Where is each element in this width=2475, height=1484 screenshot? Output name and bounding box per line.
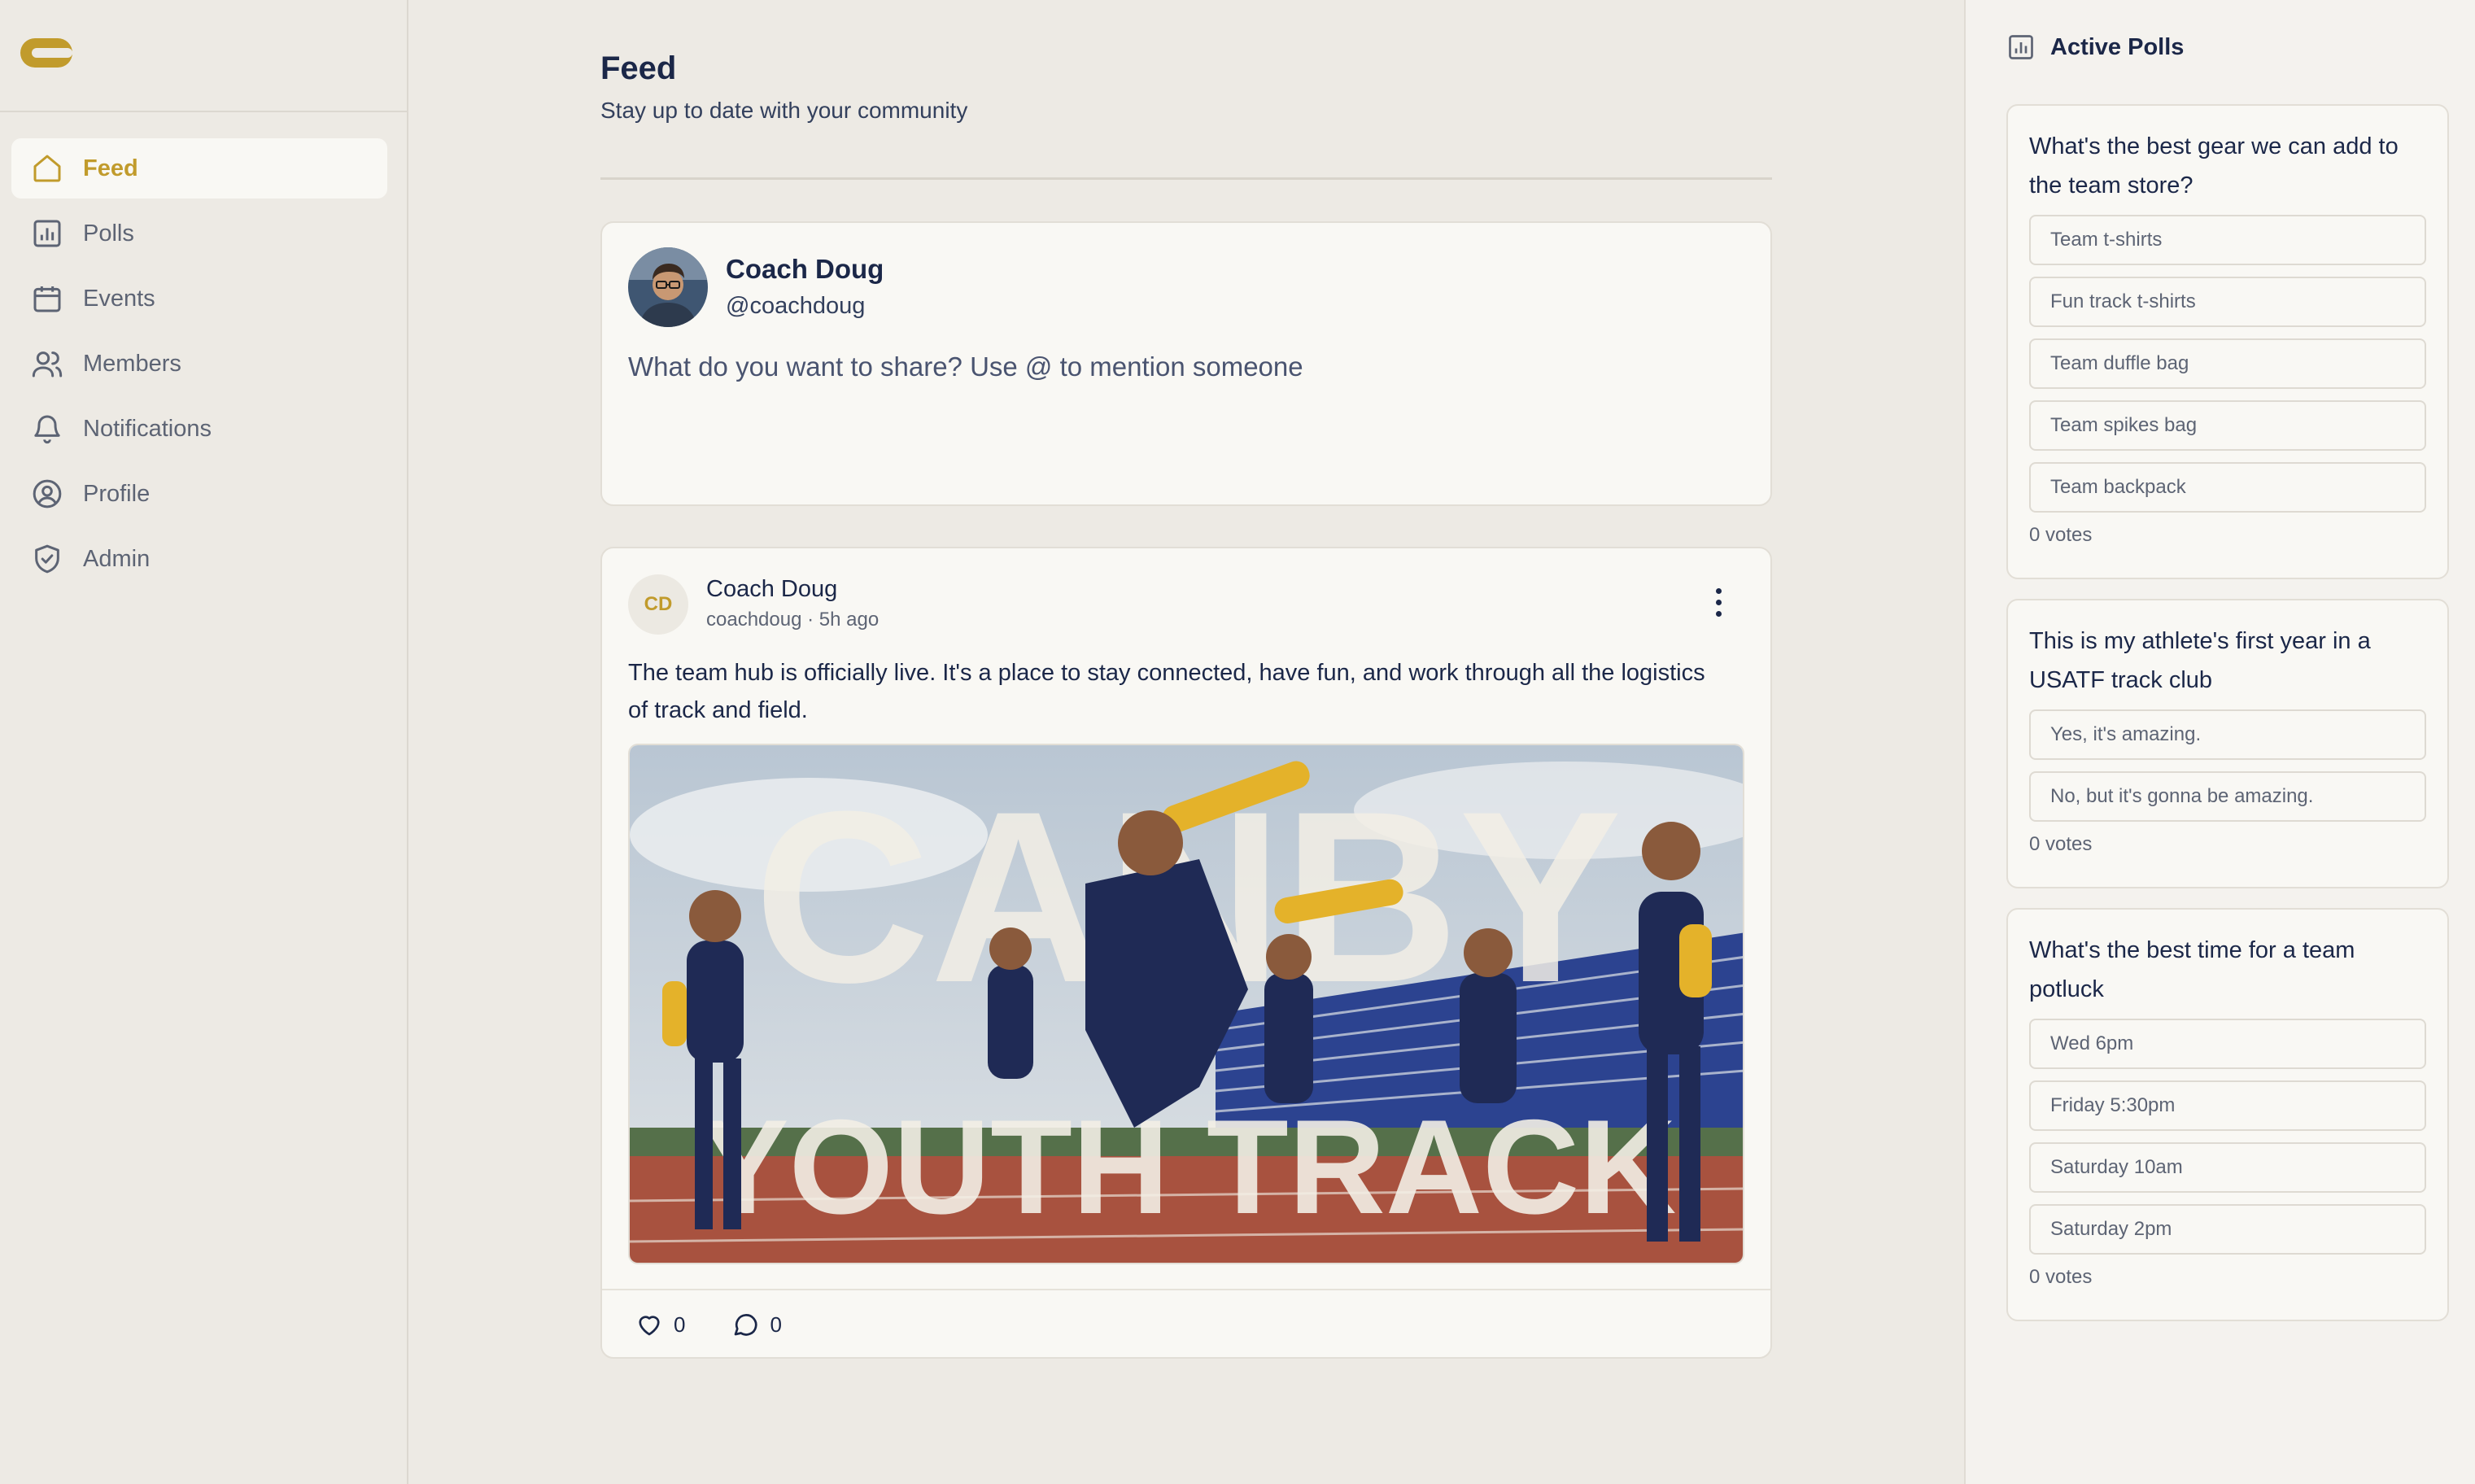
- panel-title: Active Polls: [2050, 33, 2185, 60]
- bar-chart-icon: [33, 220, 61, 247]
- heart-icon: [639, 1316, 660, 1336]
- sidebar-item-admin[interactable]: Admin: [11, 529, 387, 589]
- composer-user-handle: @coachdoug: [726, 293, 866, 319]
- home-icon: [33, 155, 61, 182]
- bell-icon: [34, 415, 60, 444]
- sidebar-item-notifications[interactable]: Notifications: [11, 399, 387, 459]
- poll-question: What's the best time for a team potluck: [2029, 937, 2355, 1002]
- shield-check-icon: [35, 544, 59, 574]
- comment-count: 0: [770, 1312, 782, 1337]
- sidebar-item-label: Notifications: [83, 415, 212, 442]
- page-subtitle: Stay up to date with your community: [600, 98, 968, 123]
- coach-avatar-icon: [628, 247, 708, 327]
- feed-post: CD Coach Doug coachdoug · 5h ago The tea…: [600, 547, 1772, 1359]
- sidebar-item-label: Members: [83, 350, 181, 377]
- poll-card: What's the best gear we can add to the t…: [2006, 104, 2449, 579]
- poll-option[interactable]: Saturday 2pm: [2029, 1204, 2426, 1255]
- post-author[interactable]: Coach Doug: [706, 576, 837, 603]
- sidebar-item-feed[interactable]: Feed: [11, 138, 387, 199]
- poll-option[interactable]: No, but it's gonna be amazing.: [2029, 771, 2426, 822]
- image-subtitle-text: YOUTH TRACK: [700, 1092, 1677, 1242]
- more-options-icon[interactable]: [1702, 579, 1735, 625]
- sidebar-item-label: Polls: [83, 220, 134, 247]
- post-text: The team hub is officially live. It's a …: [628, 660, 1705, 723]
- panel-header: Active Polls: [2006, 33, 2184, 62]
- like-count: 0: [674, 1312, 686, 1337]
- poll-option[interactable]: Team spikes bag: [2029, 400, 2426, 451]
- active-polls-panel: Active Polls What's the best gear we can…: [1964, 0, 2475, 1484]
- poll-card: What's the best time for a team potluck …: [2006, 908, 2449, 1321]
- sidebar-item-events[interactable]: Events: [11, 268, 387, 329]
- poll-card: This is my athlete's first year in a USA…: [2006, 599, 2449, 888]
- calendar-icon: [33, 286, 61, 312]
- avatar: CD: [628, 574, 688, 635]
- bar-chart-icon: [2009, 35, 2033, 59]
- post-meta: coachdoug · 5h ago: [706, 609, 880, 631]
- poll-option[interactable]: Team backpack: [2029, 462, 2426, 513]
- sidebar-item-label: Events: [83, 285, 155, 312]
- sidebar-item-label: Profile: [83, 480, 151, 507]
- poll-option[interactable]: Yes, it's amazing.: [2029, 709, 2426, 760]
- track-team-photo: CANBY YOUTH TRACK: [630, 745, 1743, 1263]
- poll-option[interactable]: Team duffle bag: [2029, 338, 2426, 389]
- poll-option[interactable]: Saturday 10am: [2029, 1142, 2426, 1193]
- poll-vote-count: 0 votes: [2029, 1266, 2093, 1288]
- users-icon: [32, 351, 63, 378]
- sidebar-item-label: Admin: [83, 545, 151, 572]
- poll-question: This is my athlete's first year in a USA…: [2029, 628, 2371, 693]
- divider: [600, 177, 1772, 180]
- comment-icon: [735, 1314, 758, 1336]
- poll-option[interactable]: Fun track t-shirts: [2029, 277, 2426, 327]
- avatar: [628, 247, 708, 327]
- canby-logo-icon[interactable]: [18, 36, 75, 70]
- share-input[interactable]: [628, 351, 1743, 474]
- composer-user-name: Coach Doug: [726, 254, 884, 284]
- logo-area: [0, 0, 407, 112]
- poll-option[interactable]: Friday 5:30pm: [2029, 1080, 2426, 1131]
- like-button[interactable]: 0: [635, 1310, 685, 1339]
- sidebar: Feed Polls Events Members Notifications …: [0, 0, 408, 1484]
- post-actions: 0 0: [602, 1289, 1770, 1359]
- poll-vote-count: 0 votes: [2029, 833, 2093, 855]
- sidebar-item-polls[interactable]: Polls: [11, 203, 387, 264]
- page-title: Feed: [600, 50, 677, 86]
- poll-option[interactable]: Team t-shirts: [2029, 215, 2426, 265]
- poll-vote-count: 0 votes: [2029, 524, 2093, 546]
- post-composer: Coach Doug @coachdoug: [600, 221, 1772, 506]
- sidebar-item-profile[interactable]: Profile: [11, 464, 387, 524]
- poll-question: What's the best gear we can add to the t…: [2029, 133, 2399, 199]
- sidebar-item-members[interactable]: Members: [11, 334, 387, 394]
- user-circle-icon: [33, 479, 62, 508]
- poll-option[interactable]: Wed 6pm: [2029, 1019, 2426, 1069]
- sidebar-nav: Feed Polls Events Members Notifications …: [0, 112, 407, 589]
- post-image[interactable]: CANBY YOUTH TRACK: [628, 744, 1744, 1264]
- sidebar-item-label: Feed: [83, 155, 138, 181]
- comment-button[interactable]: 0: [731, 1310, 782, 1339]
